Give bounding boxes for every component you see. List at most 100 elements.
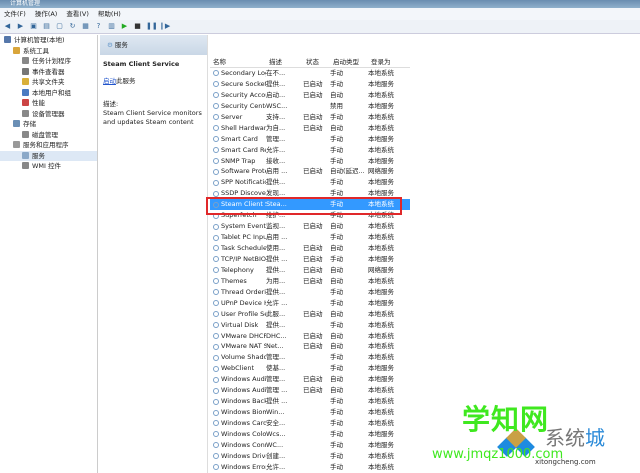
tree-item[interactable]: 性能 xyxy=(0,98,97,109)
menu-item[interactable]: 操作(A) xyxy=(35,8,58,20)
table-row[interactable]: Windows Driver ...创建... 手动 本地系统 xyxy=(210,451,410,462)
cell-description: 提供... xyxy=(266,320,286,329)
console-icon[interactable]: ▤ xyxy=(42,22,51,31)
tree-item[interactable]: 共享文件夹 xyxy=(0,77,97,88)
table-row[interactable]: VMware DHCP S...DHC... 已启动自动 本地系统 xyxy=(210,331,410,342)
table-row[interactable]: Windows Audio ...管理 ... 已启动自动 本地系统 xyxy=(210,385,410,396)
cell-status xyxy=(303,68,330,79)
table-row[interactable]: Windows Conne...WC... 手动 本地服务 xyxy=(210,440,410,451)
tree-node-icon xyxy=(22,88,29,96)
tree-item[interactable]: 服务和应用程序 xyxy=(0,140,97,151)
export-icon[interactable]: ▦ xyxy=(81,22,90,31)
cell-description: 提供... xyxy=(266,287,286,296)
table-row[interactable]: VMware NAT Se...Net... 已启动自动 本地系统 xyxy=(210,341,410,352)
table-row[interactable]: Windows Backup提供 ... 手动 本地系统 xyxy=(210,396,410,407)
start-service-link[interactable]: 启动 xyxy=(103,77,116,85)
table-row[interactable]: Shell Hardware ...为自... 已启动自动 本地系统 xyxy=(210,123,410,134)
cell-description: 管理 ... xyxy=(266,386,288,395)
cell-log-on-as: 本地服务 xyxy=(368,156,394,165)
tree-item[interactable]: 本地用户和组 xyxy=(0,88,97,99)
tree-item[interactable]: 系统工具 xyxy=(0,46,97,57)
cell-startup-type: 自动 xyxy=(330,331,343,340)
cell-status: 已启动 xyxy=(303,375,323,384)
help-icon[interactable]: ? xyxy=(94,22,103,31)
table-row[interactable]: Software Protect...启用 ... 已启动自动(延迟...网络服务 xyxy=(210,166,410,177)
table-row[interactable]: SPP Notification ...提供... 手动 本地服务 xyxy=(210,177,410,188)
table-row[interactable]: Security Account...启动... 已启动自动 本地系统 xyxy=(210,90,410,101)
forward-icon[interactable]: ▶ xyxy=(16,22,25,31)
table-row[interactable]: Windows CardS...安全... 手动 本地系统 xyxy=(210,418,410,429)
tree-node-icon xyxy=(13,141,20,148)
cell-name: Server xyxy=(210,112,266,123)
table-row[interactable]: Themes 为用... 已启动 自动 本地系统 xyxy=(210,276,410,287)
view-icon[interactable]: ▥ xyxy=(107,22,116,31)
watermark-url-2: xitongcheng.com xyxy=(535,458,596,466)
table-row[interactable]: Telephony 提供... 已启动 自动 网络服务 xyxy=(210,265,410,276)
table-row[interactable]: WebClient 使基... 手动 本地服务 xyxy=(210,363,410,374)
tree-item[interactable]: 磁盘管理 xyxy=(0,130,97,141)
service-name: Themes xyxy=(221,276,247,285)
table-row[interactable]: Tablet PC Input ...启用 ... 手动 本地系统 xyxy=(210,232,410,243)
table-row[interactable]: Windows Error ...允许... 手动 本地系统 xyxy=(210,462,410,473)
tree-item[interactable]: WMI 控件 xyxy=(0,161,97,172)
table-row[interactable]: Server 支持... 已启动 手动 本地系统 xyxy=(210,112,410,123)
service-name: User Profile Serv... xyxy=(221,309,266,318)
table-row[interactable]: Smart Card Rem...允许... 手动 本地系统 xyxy=(210,145,410,156)
tree-item-label: WMI 控件 xyxy=(32,162,62,170)
table-row[interactable]: Volume Shadow...管理... 手动 本地系统 xyxy=(210,352,410,363)
tree-item[interactable]: 事件查看器 xyxy=(0,67,97,78)
table-row[interactable]: Windows Audio 管理... 已启动 自动 本地服务 xyxy=(210,374,410,385)
table-row[interactable]: User Profile Serv...此服... 已启动自动 本地系统 xyxy=(210,309,410,320)
table-row[interactable]: UPnP Device Host允许 ... 手动 本地服务 xyxy=(210,298,410,309)
tree-item[interactable]: 设备管理器 xyxy=(0,109,97,120)
cell-log-on-as: 本地系统 xyxy=(368,353,394,362)
play-icon[interactable]: ▶ xyxy=(120,22,129,31)
table-row[interactable]: Secondary Logon在不... 手动 本地系统 xyxy=(210,68,410,79)
table-row[interactable]: Security CenterWSC... 禁用 本地服务 xyxy=(210,101,410,112)
table-row[interactable]: Smart Card 管理... 手动 本地服务 xyxy=(210,134,410,145)
tree-item-label: 系统工具 xyxy=(23,46,49,55)
service-gear-icon xyxy=(213,190,219,197)
table-row[interactable]: Windows Biome...Win... 手动 本地系统 xyxy=(210,407,410,418)
column-header-0[interactable]: 名称 xyxy=(210,56,266,67)
cell-status xyxy=(303,451,330,462)
stop-icon[interactable]: ■ xyxy=(133,22,142,31)
table-row[interactable]: Secure Socket T...提供... 已启动手动 本地服务 xyxy=(210,79,410,90)
tree-node-icon xyxy=(13,46,20,54)
cell-description: 提供... xyxy=(266,178,286,187)
cell-status xyxy=(303,396,330,407)
menu-item[interactable]: 查看(V) xyxy=(66,8,89,20)
service-name: Smart Card Rem... xyxy=(221,145,266,154)
cell-description: 为用... xyxy=(266,276,286,285)
tree-item[interactable]: 计算机管理(本地) xyxy=(0,35,97,46)
refresh-icon[interactable]: ↻ xyxy=(68,22,77,31)
table-row[interactable]: TCP/IP NetBIOS ...提供 ... 已启动手动 本地服务 xyxy=(210,254,410,265)
table-row[interactable]: Virtual Disk 提供... 手动 本地系统 xyxy=(210,320,410,331)
table-row[interactable]: Task Scheduler 使用... 已启动 自动 本地系统 xyxy=(210,243,410,254)
tree-item[interactable]: 服务 xyxy=(0,150,97,161)
tree-item[interactable]: 存储 xyxy=(0,119,97,130)
service-gear-icon xyxy=(213,70,219,77)
column-header-4[interactable]: 登录为 xyxy=(368,56,408,67)
menu-item[interactable]: 帮助(H) xyxy=(98,8,121,20)
table-row[interactable]: Windows Color ...Wcs... 手动 本地服务 xyxy=(210,429,410,440)
column-header-2[interactable]: 状态 xyxy=(303,56,330,67)
service-name: Virtual Disk xyxy=(221,320,259,329)
cell-startup-type: 禁用 xyxy=(330,101,343,110)
resume-icon[interactable]: ❙▶ xyxy=(159,22,170,31)
cell-name: Windows CardS... xyxy=(210,418,266,429)
table-row[interactable]: System Event N...监视... 已启动自动 本地系统 xyxy=(210,221,410,232)
menu-item[interactable]: 文件(F) xyxy=(4,8,26,20)
up-icon[interactable]: ▣ xyxy=(29,22,38,31)
table-row[interactable]: SNMP Trap 接收... 手动 本地服务 xyxy=(210,156,410,167)
cell-startup-type: 手动 xyxy=(330,69,343,77)
back-icon[interactable]: ◀ xyxy=(3,22,12,31)
column-header-3[interactable]: 启动类型 xyxy=(330,56,368,67)
table-row[interactable]: Thread Orderin...提供... 手动 本地服务 xyxy=(210,287,410,298)
column-header-1[interactable]: 描述 xyxy=(266,56,303,67)
properties-icon[interactable]: ▢ xyxy=(55,22,64,31)
cell-status xyxy=(303,418,330,429)
service-gear-icon xyxy=(213,343,219,350)
pause-icon[interactable]: ❚❚ xyxy=(146,22,158,31)
tree-item[interactable]: 任务计划程序 xyxy=(0,56,97,67)
